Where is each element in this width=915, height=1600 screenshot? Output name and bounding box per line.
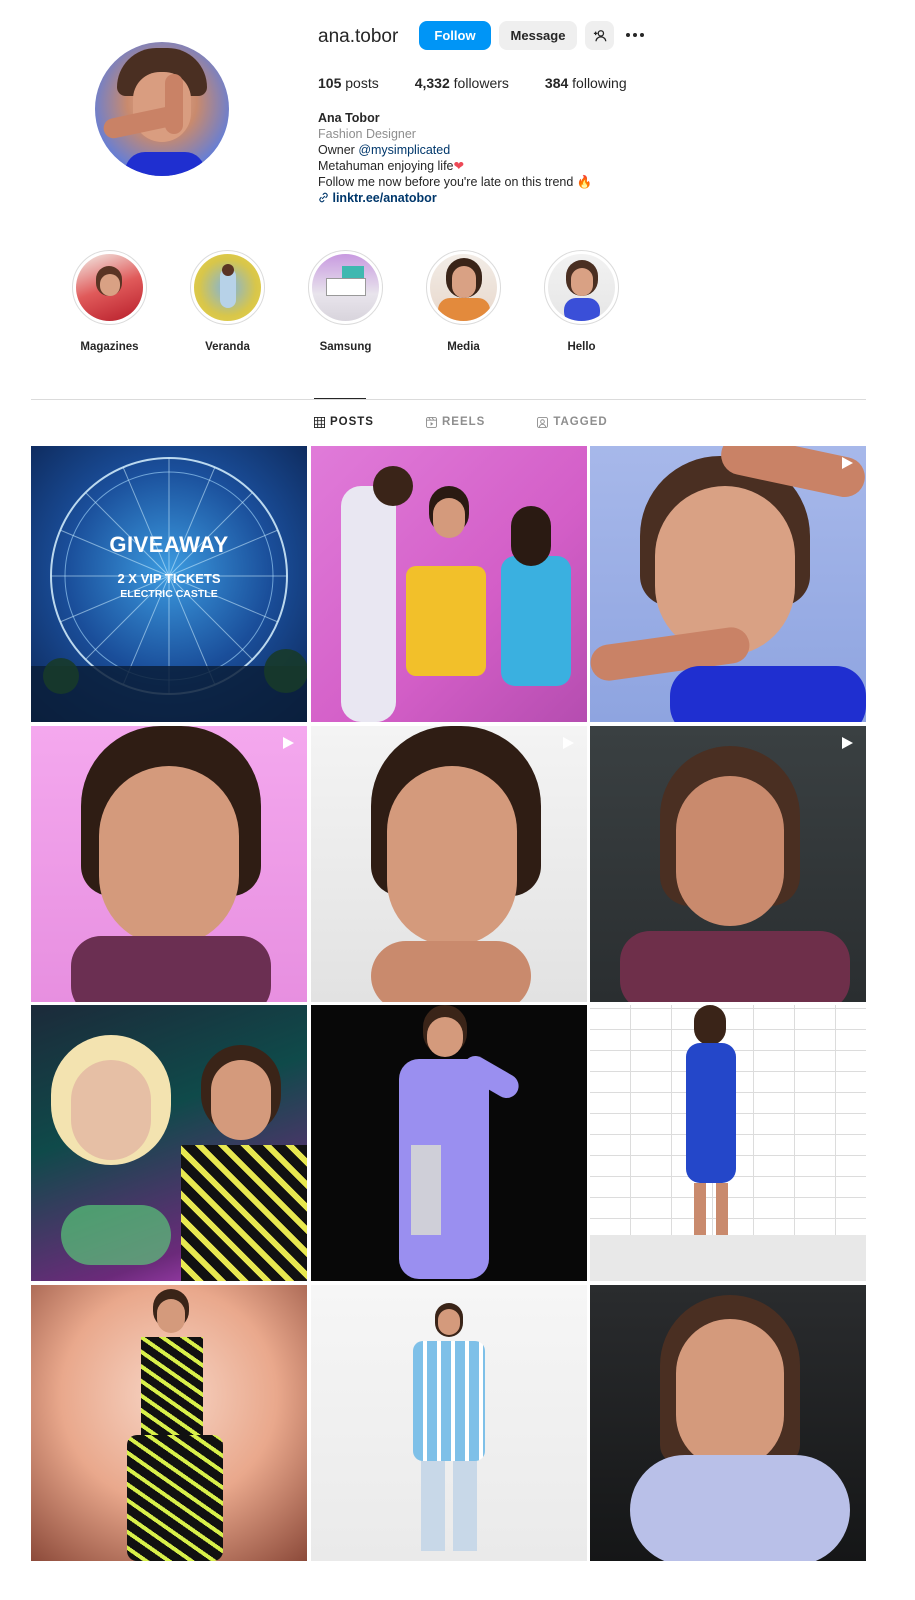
highlight-thumbnail <box>194 254 261 321</box>
giveaway-subtitle: ELECTRIC CASTLE <box>120 588 218 600</box>
posts-stat: 105 posts <box>318 75 379 91</box>
heart-icon: ❤ <box>453 159 464 173</box>
grid-icon <box>314 416 325 428</box>
giveaway-subtitle: 2 X VIP TICKETS <box>117 571 221 586</box>
tab-reels[interactable]: REELS <box>425 416 485 428</box>
post-portrait-pink[interactable] <box>31 725 307 1002</box>
profile-tabs: POSTS REELS TAGGED <box>314 416 608 428</box>
reels-icon <box>425 416 437 428</box>
post-purple-dress[interactable] <box>310 1005 587 1281</box>
person-add-icon <box>593 29 606 41</box>
post-plaid-shirt[interactable] <box>310 1284 587 1561</box>
highlight-veranda[interactable]: Veranda <box>190 250 265 353</box>
tabs-divider <box>31 399 866 400</box>
post-portrait-dark[interactable] <box>590 725 866 1002</box>
post-zebra-outfit[interactable] <box>31 1284 307 1561</box>
reel-icon <box>842 736 853 749</box>
post-portrait-scarf[interactable] <box>590 1284 866 1561</box>
tab-posts[interactable]: POSTS <box>314 416 374 428</box>
bio-owner-line: Owner @mysimplicated <box>318 143 451 157</box>
add-person-button[interactable] <box>585 21 614 50</box>
highlight-thumbnail <box>312 254 379 321</box>
bio-line: Follow me now before you're late on this… <box>318 175 593 189</box>
fire-icon: 🔥 <box>576 175 593 189</box>
highlight-media[interactable]: Media <box>426 250 501 353</box>
active-tab-indicator <box>314 398 366 399</box>
profile-bio: Ana Tobor Fashion Designer Owner @mysimp… <box>318 110 592 206</box>
highlight-samsung[interactable]: Samsung <box>308 250 383 353</box>
highlight-thumbnail <box>548 254 615 321</box>
link-icon <box>319 192 328 203</box>
tab-tagged[interactable]: TAGGED <box>537 416 607 428</box>
avatar-hand <box>165 74 183 134</box>
giveaway-title: GIVEAWAY <box>109 532 229 557</box>
highlight-thumbnail <box>76 254 143 321</box>
reel-icon <box>842 457 853 469</box>
bio-mention-link[interactable]: @mysimplicated <box>358 143 450 157</box>
highlight-thumbnail <box>430 254 497 321</box>
highlight-hello[interactable]: Hello <box>544 250 619 353</box>
post-three-models[interactable] <box>310 446 587 722</box>
post-portrait-frame[interactable] <box>590 446 866 722</box>
highlight-magazines[interactable]: Magazines <box>72 250 147 353</box>
profile-stats: 105 posts 4,332 followers 384 following <box>318 75 663 91</box>
bio-link-row[interactable]: linktr.ee/anatobor <box>318 190 592 206</box>
message-button[interactable]: Message <box>499 21 577 50</box>
post-giveaway[interactable]: GIVEAWAY 2 X VIP TICKETS ELECTRIC CASTLE <box>31 446 307 722</box>
profile-avatar[interactable] <box>95 42 229 176</box>
following-stat[interactable]: 384 following <box>545 75 627 91</box>
follow-button[interactable]: Follow <box>419 21 491 50</box>
followers-stat[interactable]: 4,332 followers <box>415 75 509 91</box>
reel-icon <box>283 736 294 749</box>
bio-name: Ana Tobor <box>318 111 380 125</box>
more-options-icon[interactable] <box>626 28 648 42</box>
profile-username: ana.tobor <box>318 26 399 47</box>
reel-icon <box>562 736 574 749</box>
bio-external-link[interactable]: linktr.ee/anatobor <box>332 191 436 205</box>
post-duo-neon[interactable] <box>31 1005 307 1281</box>
bio-category: Fashion Designer <box>318 127 416 141</box>
post-blue-dress-tiles[interactable] <box>590 1005 866 1281</box>
posts-grid: GIVEAWAY 2 X VIP TICKETS ELECTRIC CASTLE <box>31 446 866 1561</box>
tagged-icon <box>537 416 549 428</box>
story-highlights: Magazines Veranda Samsung Media Hello <box>72 250 619 353</box>
bio-line: Metahuman enjoying life❤ <box>318 159 464 173</box>
avatar-shirt <box>125 152 205 176</box>
post-portrait-white[interactable] <box>310 725 587 1002</box>
